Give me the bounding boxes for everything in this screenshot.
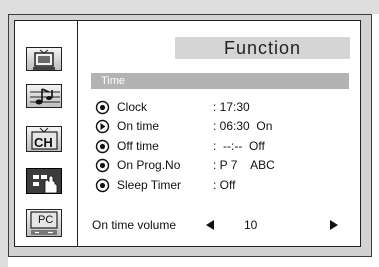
channel-icon-label: CH (34, 135, 53, 150)
menu-row-clock[interactable]: Clock : 17:30 (95, 99, 355, 117)
channel-icon[interactable]: CH (26, 126, 62, 152)
menu-row-on-prog-no[interactable]: On Prog.No : P 7 ABC (95, 157, 355, 175)
radio-dot-icon (95, 178, 110, 193)
row-label: Sleep Timer (117, 178, 182, 192)
row-value: : P 7 ABC (213, 158, 275, 172)
picture-icon[interactable] (26, 47, 62, 71)
row-label: On time (117, 119, 160, 133)
screen-left-margin (0, 14, 8, 267)
function-menu-panel: CH PC Function Time Clock: 17:30 On tim… (14, 20, 361, 247)
setup-hand-icon[interactable] (26, 168, 62, 194)
radio-dot-icon (95, 139, 110, 154)
row-value: : --:-- Off (213, 139, 265, 153)
menu-row-on-time[interactable]: On time : 06:30 On (95, 118, 355, 136)
menu-row-sleep-timer[interactable]: Sleep Timer : Off (95, 177, 355, 195)
row-value: : 06:30 On (213, 119, 273, 133)
menu-row-off-time[interactable]: Off time : --:-- Off (95, 138, 355, 156)
row-label: On Prog.No (117, 158, 181, 172)
pc-icon-label: PC (38, 214, 54, 226)
play-arrow-icon (95, 119, 110, 134)
row-label: Off time (117, 139, 159, 153)
radio-dot-icon (95, 158, 110, 173)
pc-icon[interactable]: PC (26, 209, 62, 237)
on-time-volume-control[interactable]: On time volume 10 (92, 217, 362, 235)
radio-dot-icon (95, 100, 110, 115)
decrease-arrow-icon[interactable] (206, 220, 214, 230)
menu-title: Function (223, 38, 302, 58)
row-value: : Off (213, 178, 236, 192)
volume-value: 10 (244, 218, 258, 232)
volume-label: On time volume (92, 218, 177, 232)
screen-top-margin (0, 0, 379, 14)
section-header-time[interactable]: Time (91, 73, 349, 89)
menu-category-sidebar: CH PC (15, 21, 78, 246)
row-label: Clock (117, 100, 148, 114)
menu-title-tab: Function (175, 37, 350, 59)
sound-note-icon[interactable] (26, 84, 62, 108)
row-value: : 17:30 (213, 100, 250, 114)
increase-arrow-icon[interactable] (330, 220, 338, 230)
section-title: Time (101, 75, 126, 87)
